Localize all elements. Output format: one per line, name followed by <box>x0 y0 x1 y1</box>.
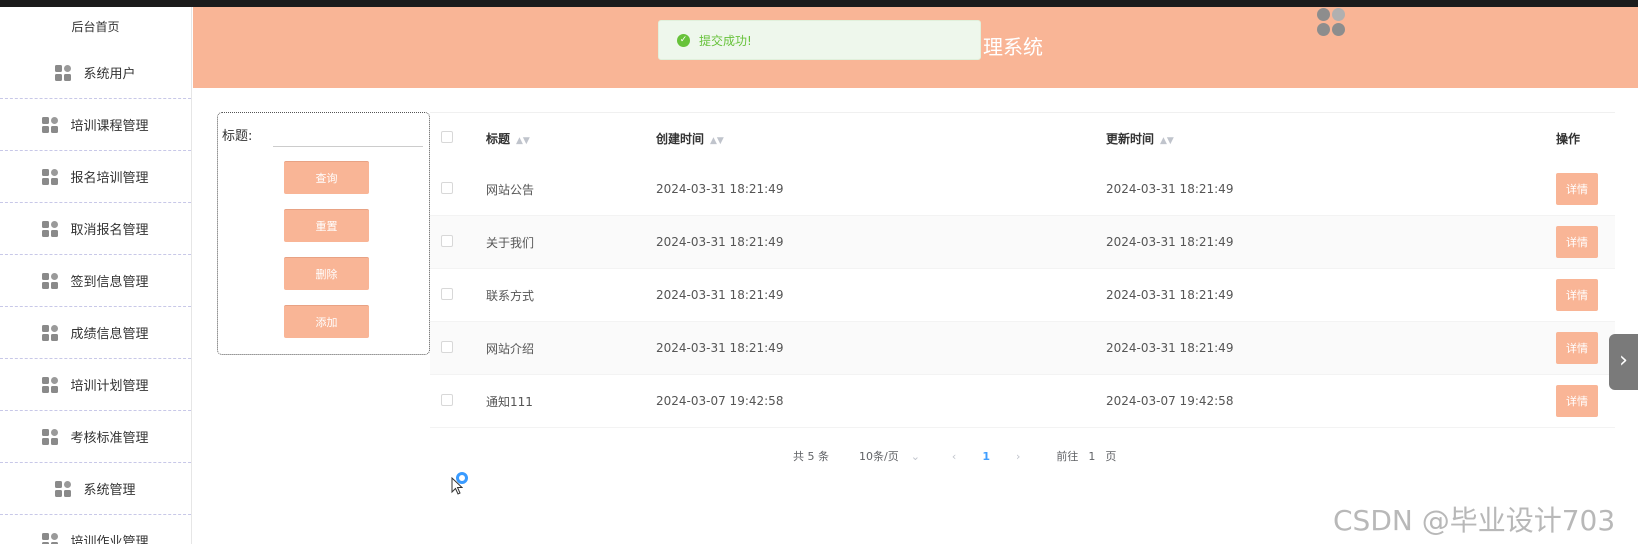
sort-icon[interactable]: ▲▼ <box>1160 136 1174 146</box>
sort-icon[interactable]: ▲▼ <box>516 136 530 146</box>
sidebar-item-label: 培训计划管理 <box>70 379 149 394</box>
cell-created: 2024-03-31 18:21:49 <box>656 288 784 302</box>
pagination-total: 共 5 条 <box>793 450 829 463</box>
detail-button[interactable]: 详情 <box>1556 332 1598 364</box>
sidebar: 后台首页 系统用户 培训课程管理 报名培训管理 取消报名管理 签到信息管理 成绩… <box>0 7 192 544</box>
avatar-icon[interactable] <box>1317 8 1347 38</box>
sidebar-item-label: 成绩信息管理 <box>70 327 149 342</box>
row-checkbox[interactable] <box>441 234 453 247</box>
column-header-title[interactable]: 标题 ▲▼ <box>486 130 656 147</box>
cell-title: 网站公告 <box>486 182 535 197</box>
detail-button[interactable]: 详情 <box>1556 385 1598 417</box>
search-panel: 标题: 查询 重置 删除 添加 <box>217 112 430 355</box>
cell-title: 联系方式 <box>486 288 535 303</box>
delete-button[interactable]: 删除 <box>284 257 369 290</box>
loading-spinner-icon <box>456 472 468 484</box>
page-size-select[interactable]: 10条/页 <box>859 448 899 464</box>
page-title: 理系统 <box>983 35 1043 59</box>
row-checkbox[interactable] <box>441 393 453 406</box>
window-top-strip <box>0 0 1638 7</box>
query-button[interactable]: 查询 <box>284 161 369 194</box>
sidebar-item-assessment[interactable]: 考核标准管理 <box>0 411 191 463</box>
cell-title: 通知111 <box>486 394 533 409</box>
success-toast: ✓ 提交成功! <box>658 20 981 60</box>
cell-created: 2024-03-31 18:21:49 <box>656 235 784 249</box>
column-header-created[interactable]: 创建时间 ▲▼ <box>656 130 1106 147</box>
sidebar-item-label: 系统用户 <box>83 67 136 82</box>
table-row: 网站公告 2024-03-31 18:21:49 2024-03-31 18:2… <box>430 163 1615 216</box>
toast-message: 提交成功! <box>699 33 752 48</box>
add-button[interactable]: 添加 <box>284 305 369 338</box>
apps-icon <box>42 376 59 393</box>
sidebar-item-system[interactable]: 系统管理 <box>0 463 191 515</box>
sidebar-item-label: 系统管理 <box>83 483 136 498</box>
apps-icon <box>42 324 59 341</box>
page-number-current[interactable]: 1 <box>982 450 990 463</box>
goto-label: 前往 <box>1056 450 1079 463</box>
cell-updated: 2024-03-31 18:21:49 <box>1106 235 1234 249</box>
row-checkbox[interactable] <box>441 340 453 353</box>
chevron-right-icon[interactable]: › <box>1609 334 1638 390</box>
row-checkbox[interactable] <box>441 181 453 194</box>
apps-icon <box>42 532 59 544</box>
sidebar-home-link[interactable]: 后台首页 <box>0 7 191 47</box>
sidebar-item-course[interactable]: 培训课程管理 <box>0 99 191 151</box>
watermark: CSDN @毕业设计703 <box>1333 504 1616 537</box>
sidebar-item-label: 培训作业管理 <box>70 535 149 544</box>
table-row: 联系方式 2024-03-31 18:21:49 2024-03-31 18:2… <box>430 269 1615 322</box>
detail-button[interactable]: 详情 <box>1556 279 1598 311</box>
goto-page-input[interactable]: 1 <box>1088 450 1095 463</box>
reset-button[interactable]: 重置 <box>284 209 369 242</box>
column-header-updated[interactable]: 更新时间 ▲▼ <box>1106 130 1556 147</box>
apps-icon <box>42 272 59 289</box>
apps-icon <box>55 64 72 81</box>
title-filter-label: 标题: <box>222 129 253 144</box>
column-header-operation: 操作 <box>1556 131 1581 146</box>
sidebar-item-label: 报名培训管理 <box>70 171 149 186</box>
cell-updated: 2024-03-31 18:21:49 <box>1106 288 1234 302</box>
select-all-checkbox[interactable] <box>441 130 453 143</box>
cell-updated: 2024-03-31 18:21:49 <box>1106 182 1234 196</box>
sidebar-item-cancel-signup[interactable]: 取消报名管理 <box>0 203 191 255</box>
cell-created: 2024-03-07 19:42:58 <box>656 394 784 408</box>
table-row: 通知111 2024-03-07 19:42:58 2024-03-07 19:… <box>430 375 1615 428</box>
pagination: 共 5 条 10条/页 ⌄ ‹ 1 › 前往 1 页 <box>793 446 1116 466</box>
apps-icon <box>42 220 59 237</box>
apps-icon <box>42 168 59 185</box>
sort-icon[interactable]: ▲▼ <box>710 136 724 146</box>
sidebar-item-checkin[interactable]: 签到信息管理 <box>0 255 191 307</box>
row-checkbox[interactable] <box>441 287 453 300</box>
check-circle-icon: ✓ <box>677 33 690 47</box>
page-suffix-label: 页 <box>1105 450 1117 463</box>
sidebar-item-scores[interactable]: 成绩信息管理 <box>0 307 191 359</box>
sidebar-item-system-users[interactable]: 系统用户 <box>0 47 191 99</box>
cell-created: 2024-03-31 18:21:49 <box>656 341 784 355</box>
detail-button[interactable]: 详情 <box>1556 226 1598 258</box>
apps-icon <box>55 480 72 497</box>
sidebar-item-label: 取消报名管理 <box>70 223 149 238</box>
apps-icon <box>42 428 59 445</box>
cell-title: 网站介绍 <box>486 341 535 356</box>
table-row: 关于我们 2024-03-31 18:21:49 2024-03-31 18:2… <box>430 216 1615 269</box>
sidebar-item-plan[interactable]: 培训计划管理 <box>0 359 191 411</box>
detail-button[interactable]: 详情 <box>1556 173 1598 205</box>
sidebar-item-signup[interactable]: 报名培训管理 <box>0 151 191 203</box>
apps-icon <box>42 116 59 133</box>
next-page-icon[interactable]: › <box>1016 450 1020 463</box>
sidebar-item-label: 考核标准管理 <box>70 431 149 446</box>
sidebar-item-homework[interactable]: 培训作业管理 <box>0 515 191 544</box>
sidebar-item-label: 签到信息管理 <box>70 275 149 290</box>
chevron-down-icon[interactable]: ⌄ <box>911 450 920 463</box>
cell-created: 2024-03-31 18:21:49 <box>656 182 784 196</box>
table-row: 网站介绍 2024-03-31 18:21:49 2024-03-31 18:2… <box>430 322 1615 375</box>
cell-updated: 2024-03-31 18:21:49 <box>1106 341 1234 355</box>
sidebar-item-label: 培训课程管理 <box>70 119 149 134</box>
table-header: 标题 ▲▼ 创建时间 ▲▼ 更新时间 ▲▼ 操作 <box>430 112 1615 163</box>
cell-title: 关于我们 <box>486 235 535 250</box>
cell-updated: 2024-03-07 19:42:58 <box>1106 394 1234 408</box>
title-filter-input[interactable] <box>273 123 423 147</box>
prev-page-icon[interactable]: ‹ <box>952 450 956 463</box>
data-table: 标题 ▲▼ 创建时间 ▲▼ 更新时间 ▲▼ 操作 网站公告 2024-03-31 18… <box>430 112 1615 428</box>
